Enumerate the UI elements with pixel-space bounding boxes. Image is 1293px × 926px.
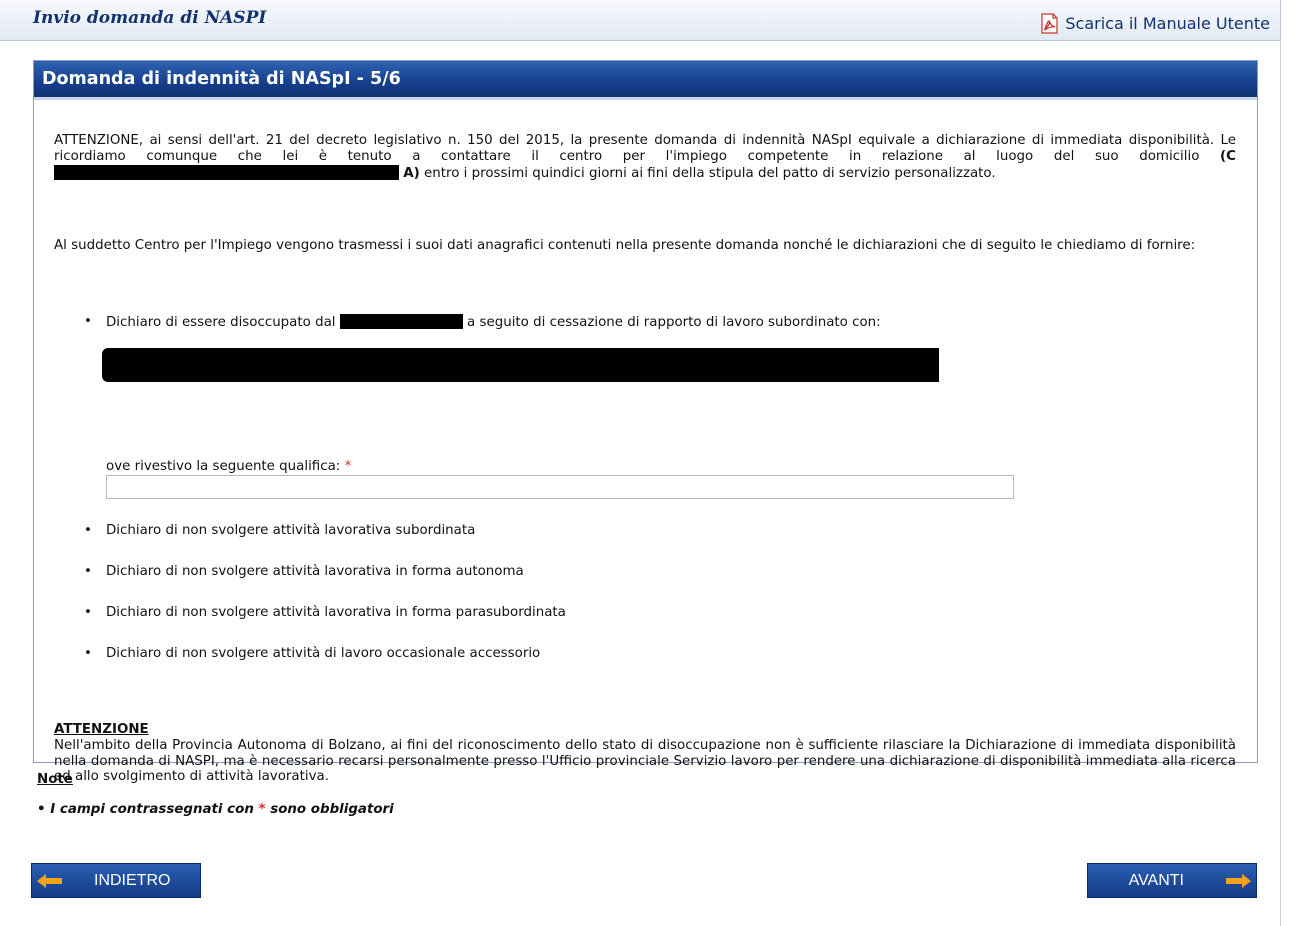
arrow-right-icon: [1220, 863, 1256, 898]
notes-title: Note: [37, 772, 73, 787]
attention-title: ATTENZIONE: [54, 722, 149, 737]
app-title: Invio domanda di NASPI: [33, 8, 267, 28]
manual-link-label[interactable]: Scarica il Manuale Utente: [1065, 14, 1270, 33]
redacted-employer: [102, 348, 939, 382]
back-button-label: INDIETRO: [94, 871, 171, 889]
list-item: Dichiaro di non svolgere attività lavora…: [54, 564, 1236, 605]
attention-text: Nell'ambito della Provincia Autonoma di …: [54, 737, 1236, 785]
declarations-list: Dichiaro di non svolgere attività lavora…: [54, 523, 1236, 662]
intro-paragraph: ATTENZIONE, ai sensi dell'art. 21 del de…: [54, 133, 1236, 181]
declaration-text-a: Dichiaro di essere disoccupato dal: [106, 315, 336, 330]
list-item: Dichiaro di non svolgere attività lavora…: [54, 605, 1236, 646]
notes-text-b: sono obbligatori: [270, 802, 394, 817]
next-button[interactable]: AVANTI: [1087, 863, 1257, 898]
manual-download-link[interactable]: Scarica il Manuale Utente: [1040, 13, 1270, 34]
unemployment-declaration: Dichiaro di essere disoccupato dal a seg…: [54, 314, 1236, 331]
panel-title: Domanda di indennità di NASpI - 5/6: [34, 61, 1257, 100]
list-item: Dichiaro di essere disoccupato dal a seg…: [54, 314, 1236, 331]
form-panel: Domanda di indennità di NASpI - 5/6 ATTE…: [33, 60, 1258, 784]
notes-text-a: I campi contrassegnati con: [50, 802, 254, 817]
qualification-input[interactable]: [106, 475, 1014, 499]
pdf-icon: [1041, 13, 1058, 34]
redacted-date: [339, 314, 463, 329]
qualification-label-text: ove rivestivo la seguente qualifica:: [106, 459, 341, 474]
attention-section: ATTENZIONE Nell'ambito della Provincia A…: [54, 722, 1236, 785]
domicile-close: A): [403, 165, 420, 181]
list-item: Dichiaro di non svolgere attività lavora…: [54, 523, 1236, 564]
right-border: [1280, 40, 1281, 926]
qualification-label: ove rivestivo la seguente qualifica: *: [106, 459, 351, 475]
list-item: Dichiaro di non svolgere attività di lav…: [54, 646, 1236, 662]
domicile-open: (C: [1220, 148, 1236, 164]
intro-text-2: entro i prossimi quindici giorni ai fini…: [419, 165, 996, 181]
required-mark: *: [344, 459, 352, 474]
notes-item: • I campi contrassegnati con * sono obbl…: [37, 802, 394, 817]
top-bar: Invio domanda di NASPI Scarica il Manual…: [0, 0, 1281, 41]
next-button-label: AVANTI: [1128, 871, 1184, 889]
required-mark: *: [258, 802, 266, 817]
info-paragraph: Al suddetto Centro per l'Impiego vengono…: [54, 238, 1196, 253]
arrow-left-icon: [32, 863, 68, 898]
declaration-text-b: a seguito di cessazione di rapporto di l…: [467, 315, 881, 330]
redacted-domicile: [54, 164, 399, 180]
back-button[interactable]: INDIETRO: [31, 863, 201, 898]
intro-text-1: ATTENZIONE, ai sensi dell'art. 21 del de…: [54, 133, 1236, 164]
